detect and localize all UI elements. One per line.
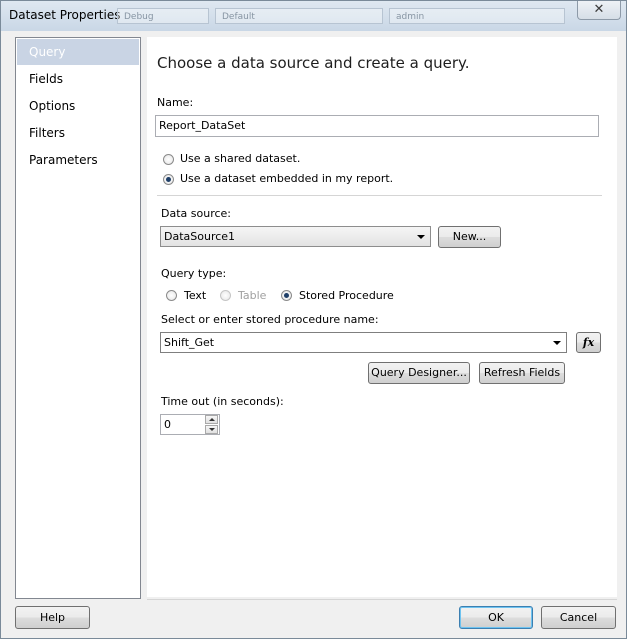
page-title: Choose a data source and create a query. <box>157 54 470 72</box>
timeout-label: Time out (in seconds): <box>161 395 284 408</box>
query-type-table-radio[interactable] <box>220 290 231 301</box>
query-type-stored-procedure-label[interactable]: Stored Procedure <box>299 289 394 302</box>
footer-divider <box>147 599 617 600</box>
query-type-label: Query type: <box>161 267 227 280</box>
dataset-properties-dialog: Dataset Properties Debug Default admin ✕… <box>0 0 627 639</box>
stored-procedure-combo[interactable]: Shift_Get <box>160 332 567 353</box>
fx-icon: fx <box>582 336 595 349</box>
background-toolbar-combo: admin <box>389 8 565 24</box>
sidebar-nav: Query Fields Options Filters Parameters <box>15 37 141 599</box>
query-designer-button[interactable]: Query Designer... <box>368 362 470 384</box>
background-toolbar-combo: Default <box>215 8 383 24</box>
query-type-text-radio[interactable] <box>166 290 177 301</box>
timeout-value: 0 <box>164 418 171 431</box>
chevron-down-icon <box>553 341 561 345</box>
data-source-select[interactable]: DataSource1 <box>160 226 431 247</box>
chevron-down-icon <box>417 235 425 239</box>
title-bar[interactable]: Dataset Properties Debug Default admin ✕ <box>1 1 626 31</box>
data-source-value: DataSource1 <box>164 230 236 243</box>
sidebar-item-parameters[interactable]: Parameters <box>17 147 139 173</box>
dialog-title: Dataset Properties <box>9 8 121 22</box>
shared-dataset-label[interactable]: Use a shared dataset. <box>180 152 300 165</box>
query-type-table-label[interactable]: Table <box>238 289 266 302</box>
timeout-decrement-button[interactable] <box>205 425 218 434</box>
cancel-button[interactable]: Cancel <box>541 606 616 629</box>
sidebar-item-options[interactable]: Options <box>17 93 139 119</box>
close-button[interactable]: ✕ <box>577 1 621 20</box>
divider <box>157 195 602 196</box>
help-button[interactable]: Help <box>15 606 90 629</box>
name-field[interactable]: Report_DataSet <box>155 115 599 137</box>
arrow-up-icon <box>209 418 215 421</box>
background-toolbar-combo: Debug <box>117 8 209 24</box>
query-type-stored-procedure-radio[interactable] <box>281 290 292 301</box>
embedded-dataset-radio[interactable] <box>163 174 174 185</box>
arrow-down-icon <box>209 428 215 431</box>
ok-button[interactable]: OK <box>459 606 533 629</box>
shared-dataset-radio[interactable] <box>163 154 174 165</box>
timeout-increment-button[interactable] <box>205 415 218 424</box>
refresh-fields-button[interactable]: Refresh Fields <box>479 362 565 384</box>
sidebar-item-fields[interactable]: Fields <box>17 66 139 92</box>
embedded-dataset-label[interactable]: Use a dataset embedded in my report. <box>180 172 393 185</box>
stored-procedure-value: Shift_Get <box>164 336 215 349</box>
expression-button[interactable]: fx <box>576 332 601 353</box>
new-data-source-button[interactable]: New... <box>438 226 501 248</box>
query-panel: Choose a data source and create a query.… <box>147 37 617 597</box>
data-source-label: Data source: <box>161 207 231 220</box>
query-type-text-label[interactable]: Text <box>184 289 206 302</box>
stored-procedure-label: Select or enter stored procedure name: <box>161 313 379 326</box>
sidebar-item-filters[interactable]: Filters <box>17 120 139 146</box>
name-label: Name: <box>157 96 194 109</box>
close-icon: ✕ <box>593 2 605 17</box>
sidebar-item-query[interactable]: Query <box>17 39 139 65</box>
